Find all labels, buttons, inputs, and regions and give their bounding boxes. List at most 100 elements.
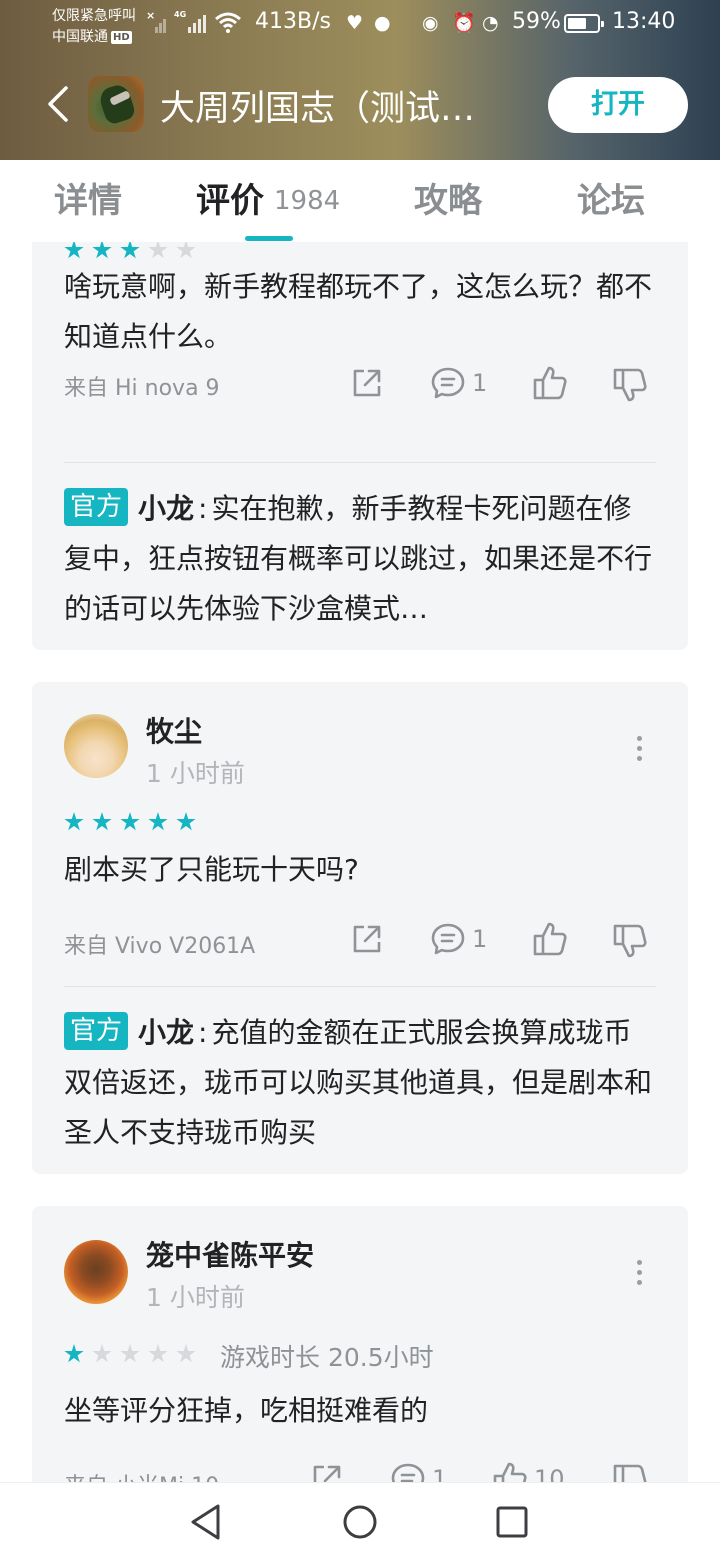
comment-count: 1 (432, 1465, 448, 1482)
star-filled-icon (64, 1344, 84, 1363)
star-filled-icon (120, 812, 140, 831)
rating-stars (64, 1344, 196, 1364)
battery-icon (564, 14, 604, 33)
replier-name: 小龙 (138, 492, 195, 525)
game-icon (88, 76, 144, 132)
more-options-icon[interactable] (637, 1260, 643, 1290)
star-filled-icon (64, 242, 84, 259)
battery-percent: 59% (512, 9, 561, 34)
star-empty-icon (120, 1344, 140, 1363)
playtime: 游戏时长 20.5小时 (220, 1343, 434, 1372)
star-filled-icon (92, 812, 112, 831)
carrier-info: 仅限紧急呼叫 中国联通 HD (52, 6, 136, 48)
star-filled-icon (120, 242, 140, 259)
like-button[interactable]: 10 (492, 1461, 565, 1482)
carrier-notice: 仅限紧急呼叫 (52, 8, 136, 24)
star-filled-icon (148, 812, 168, 831)
replier-name: 小龙 (138, 1016, 195, 1049)
like-button[interactable] (532, 365, 568, 401)
app-header: 仅限紧急呼叫 中国联通 HD × 4G 413B/s ♥ ● ◉ ⏰ ◔ 59% … (0, 0, 720, 160)
device-source: 来自 Hi nova 9 (64, 376, 220, 401)
share-icon (313, 1465, 341, 1482)
alarm-icon: ⏰ (452, 12, 476, 34)
avatar[interactable] (64, 1240, 128, 1304)
comment-count: 1 (472, 369, 488, 397)
page-title: 大周列国志（测试… (160, 89, 476, 129)
comment-button[interactable]: 1 (390, 1462, 447, 1482)
review-text: 啥玩意啊，新手教程都玩不了，这怎么玩？都不知道点什么。 (64, 270, 653, 353)
speedometer-icon: ◔ (482, 12, 499, 34)
review-card: 牧尘 1 小时前 剧本买了只能玩十天吗? 来自 Vivo V2061A 1 官方… (32, 682, 688, 1174)
back-icon[interactable] (44, 84, 74, 124)
reply-colon: : (198, 1016, 208, 1049)
review-card: 笼中雀陈平安 1 小时前 游戏时长 20.5小时 坐等评分狂掉，吃相挺难看的 来… (32, 1206, 688, 1482)
username[interactable]: 牧尘 (146, 710, 202, 750)
network-type: 4G (174, 10, 187, 19)
eye-icon: ◉ (422, 12, 439, 34)
official-reply[interactable]: 官方 小龙: 充值的金额在正式服会换算成珑币双倍返还，珑币可以购买其他道具，但是剧本… (64, 1008, 656, 1158)
star-empty-icon (176, 1344, 196, 1363)
review-count: 1984 (274, 186, 341, 216)
tab-reviews-label: 评价 (196, 181, 264, 221)
comment-count: 1 (472, 925, 488, 953)
review-text: 坐等评分狂掉，吃相挺难看的 (64, 1394, 429, 1427)
carrier-name: 中国联通 (52, 29, 108, 45)
comment-icon (431, 923, 465, 955)
star-empty-icon (148, 242, 168, 259)
tab-details[interactable]: 详情 (54, 180, 122, 222)
star-filled-icon (176, 812, 196, 831)
device-source: 来自 Vivo V2061A (64, 934, 256, 959)
share-icon (353, 925, 381, 953)
review-feed[interactable]: 啥玩意啊，新手教程都玩不了，这怎么玩？都不知道点什么。 来自 Hi nova 9… (0, 242, 720, 1482)
official-badge: 官方 (64, 1012, 129, 1050)
nav-recents-icon[interactable] (494, 1503, 530, 1541)
star-filled-icon (92, 242, 112, 259)
share-button[interactable] (310, 1462, 344, 1482)
dislike-button[interactable] (612, 1463, 648, 1482)
nav-home-icon[interactable] (342, 1503, 378, 1541)
clock: 13:40 (612, 9, 676, 34)
review-time: 1 小时前 (146, 759, 245, 788)
open-button[interactable]: 打开 (548, 77, 688, 133)
nav-back-icon[interactable] (188, 1503, 224, 1541)
thumbs-down-icon (613, 368, 647, 402)
thumbs-up-icon (493, 1462, 527, 1482)
thumbs-up-icon (533, 922, 567, 956)
star-empty-icon (148, 1344, 168, 1363)
thumbs-up-icon (533, 366, 567, 400)
tab-guides[interactable]: 攻略 (414, 180, 482, 222)
comment-button[interactable]: 1 (430, 922, 487, 956)
more-options-icon[interactable] (637, 736, 643, 766)
share-button[interactable] (350, 366, 384, 400)
comment-button[interactable]: 1 (430, 366, 487, 400)
reply-colon: : (198, 492, 208, 525)
tab-indicator (245, 236, 293, 241)
rating-stars (64, 242, 196, 260)
username[interactable]: 笼中雀陈平安 (146, 1234, 314, 1274)
device-source: 来自 小米Mi 10 (64, 1468, 219, 1482)
tab-reviews[interactable]: 评价 1984 (196, 180, 340, 222)
share-button[interactable] (350, 922, 384, 956)
comment-icon (431, 367, 465, 399)
official-reply[interactable]: 官方 小龙: 实在抱歉，新手教程卡死问题在修复中，狂点按钮有概率可以跳过，如果还是不… (64, 484, 656, 634)
tab-bar: 详情 评价 1984 攻略 论坛 (0, 160, 720, 242)
rating-stars (64, 812, 196, 832)
tab-forum[interactable]: 论坛 (577, 180, 645, 222)
like-count: 10 (534, 1465, 565, 1482)
system-nav-bar (0, 1482, 720, 1560)
share-icon (353, 369, 381, 397)
avatar[interactable] (64, 714, 128, 778)
star-empty-icon (176, 242, 196, 259)
divider (64, 986, 656, 987)
dislike-button[interactable] (612, 923, 648, 959)
signal-icon-2 (186, 13, 208, 33)
review-text: 剧本买了只能玩十天吗? (64, 853, 359, 886)
net-speed: 413B/s (255, 9, 331, 34)
review-time: 1 小时前 (146, 1283, 245, 1312)
like-button[interactable] (532, 921, 568, 957)
thumbs-down-icon (613, 924, 647, 958)
dislike-button[interactable] (612, 367, 648, 403)
star-filled-icon (64, 812, 84, 831)
heart-rate-icon: ♥ (346, 12, 364, 34)
official-badge: 官方 (64, 488, 129, 526)
